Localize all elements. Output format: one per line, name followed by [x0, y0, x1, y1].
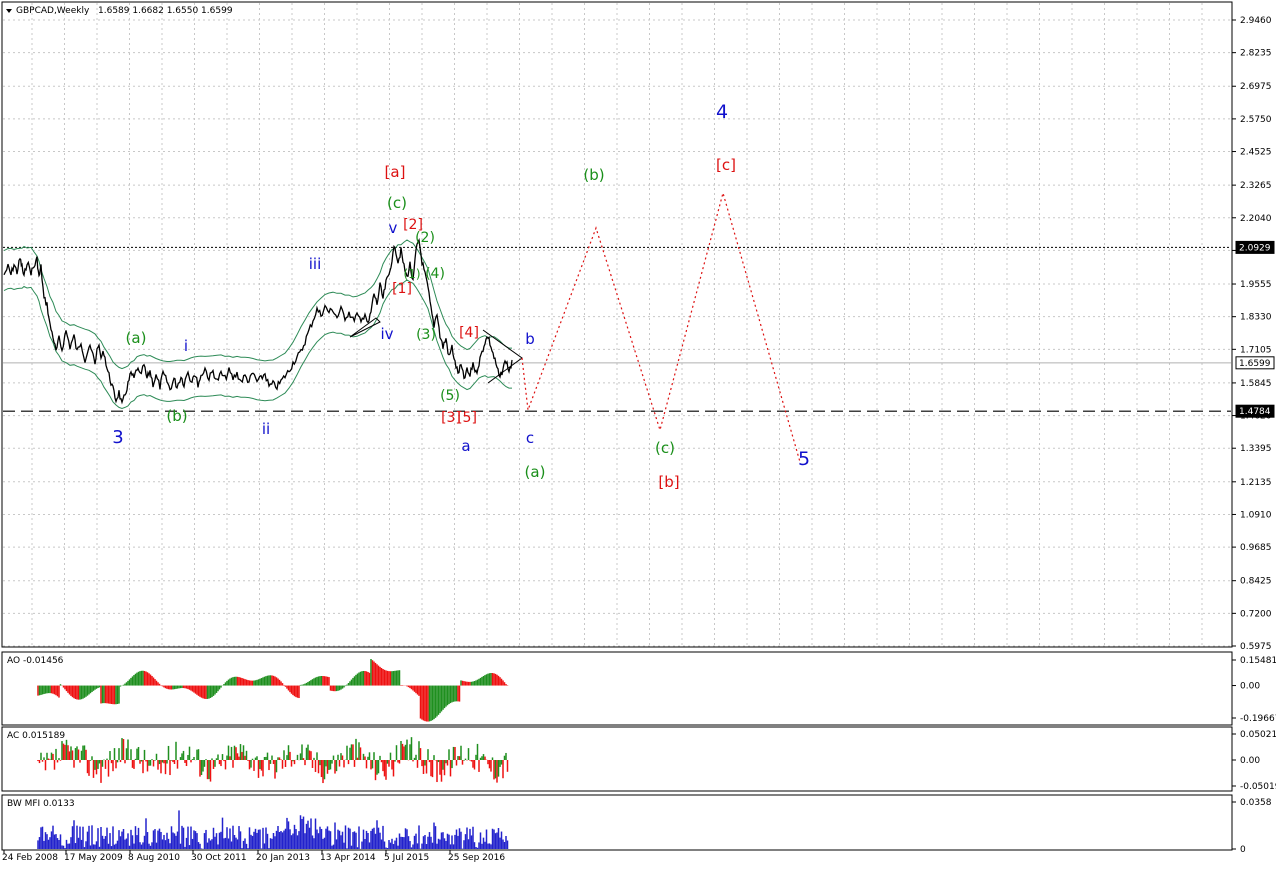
y-tick-label: 0.8425 — [1240, 577, 1272, 587]
x-tick-label: 17 May 2009 — [64, 853, 123, 863]
y-tick-label: 2.3265 — [1240, 181, 1272, 191]
y-tick-label: 0.15481 — [1240, 656, 1276, 666]
x-tick-label: 25 Sep 2016 — [448, 853, 505, 863]
ac-panel — [1, 726, 1233, 792]
y-tick-label: 1.8330 — [1240, 313, 1272, 323]
y-tick-label: 0.9685 — [1240, 543, 1272, 553]
y-tick-label: 2.6975 — [1240, 82, 1272, 92]
wave-label-blue: iv — [380, 325, 393, 343]
x-tick-label: 24 Feb 2008 — [2, 853, 58, 863]
wave-label-green: (b) — [166, 407, 187, 425]
y-tick-label: 1.5845 — [1240, 379, 1272, 389]
wave-label-blue: b — [525, 330, 535, 348]
wave-label-blue: c — [526, 429, 534, 447]
y-tick-label: 0.7200 — [1240, 609, 1272, 619]
wave-label-blue: iii — [309, 255, 322, 273]
wave-label-green: (1) — [404, 267, 421, 281]
ao-axis: 0.15481 0.00 -0.19667 — [1232, 656, 1276, 724]
ac-axis: 0.050211 0.00 -0.05019 — [1232, 730, 1276, 792]
chart-symbol: GBPCAD,Weekly — [16, 6, 90, 16]
wave-label-red: [b] — [658, 473, 679, 491]
wave-label-green: (b) — [583, 166, 604, 184]
price-axis: 2.9460 2.8235 2.6975 2.5750 2.4525 2.3265 2.20… — [1232, 16, 1275, 652]
y-tick-label: 1.9555 — [1240, 280, 1272, 290]
mfi-title: BW MFI 0.0133 — [7, 799, 75, 809]
wave-label-green: (3) — [416, 327, 436, 343]
wave-label-green: (a) — [126, 329, 147, 347]
x-tick-label: 20 Jan 2013 — [256, 853, 310, 863]
y-tick-label: 2.5750 — [1240, 115, 1272, 125]
time-axis: 24 Feb 2008 17 May 2009 8 Aug 2010 30 Oct 2… — [2, 850, 505, 863]
y-tick-label: 1.2135 — [1240, 478, 1272, 488]
wave-label-green: (c) — [387, 194, 407, 212]
y-tick-label: 1.0910 — [1240, 510, 1272, 520]
chart-canvas: 3iiiiiiivvabc45(a)(b)(c)(1)(2)(3)(4)(5)(… — [1, 1, 1276, 863]
ao-title: AO -0.01456 — [7, 656, 64, 666]
wave-label-green: (4) — [425, 266, 445, 282]
wave-label-red: [c] — [716, 156, 736, 174]
wave-label-blue: ii — [262, 420, 270, 438]
y-tick-label: 0.050211 — [1240, 730, 1276, 740]
wave-label-blue: 5 — [798, 448, 810, 470]
wave-label-red: [4] — [459, 325, 479, 341]
y-tick-label: 0.00 — [1240, 682, 1260, 692]
price-tag-label: 1.6599 — [1239, 359, 1271, 369]
wave-label-red: [2] — [403, 217, 423, 233]
wave-label-red: [a] — [385, 163, 406, 181]
wave-label-blue: v — [389, 219, 398, 237]
mfi-axis: 0.0358 0 — [1232, 798, 1272, 855]
wave-label-blue: 4 — [716, 101, 728, 123]
chart-ohlc: 1.6589 1.6682 1.6550 1.6599 — [98, 6, 233, 16]
wave-label-green: (5) — [440, 388, 460, 404]
y-tick-label: -0.19667 — [1240, 714, 1276, 724]
wave-label-green: (a) — [525, 463, 546, 481]
wave-label-blue: 3 — [112, 427, 123, 448]
x-tick-label: 13 Apr 2014 — [320, 853, 376, 863]
y-tick-label: 0 — [1240, 845, 1246, 855]
y-tick-label: -0.05019 — [1240, 782, 1276, 792]
x-tick-label: 30 Oct 2011 — [191, 853, 247, 863]
wave-label-red: [1] — [392, 281, 412, 297]
wave-label-red: [5] — [457, 410, 477, 426]
y-tick-label: 0.0358 — [1240, 798, 1272, 808]
x-tick-label: 8 Aug 2010 — [128, 853, 180, 863]
y-tick-label: 0.00 — [1240, 756, 1260, 766]
wave-label-blue: i — [184, 337, 188, 355]
y-tick-label: 2.2040 — [1240, 214, 1272, 224]
y-tick-label: 2.4525 — [1240, 148, 1272, 158]
price-tag-label: 1.4784 — [1239, 407, 1271, 417]
chart-window: 3 i ii iii iv v a b c 4 5 (a) (b) (c) (1) (2) (3) (4) (5)(… — [0, 0, 1276, 868]
ac-title: AC 0.015189 — [7, 731, 65, 741]
y-tick-label: 2.8235 — [1240, 49, 1272, 59]
y-tick-label: 1.3395 — [1240, 444, 1272, 454]
y-tick-label: 0.5975 — [1240, 642, 1272, 652]
x-tick-label: 5 Jul 2015 — [384, 853, 429, 863]
y-tick-label: 2.9460 — [1240, 16, 1272, 26]
y-tick-label: 1.7105 — [1240, 345, 1272, 355]
price-tag-label: 2.0929 — [1239, 243, 1271, 253]
wave-label-green: (c) — [655, 439, 675, 457]
wave-label-blue: a — [461, 437, 470, 455]
